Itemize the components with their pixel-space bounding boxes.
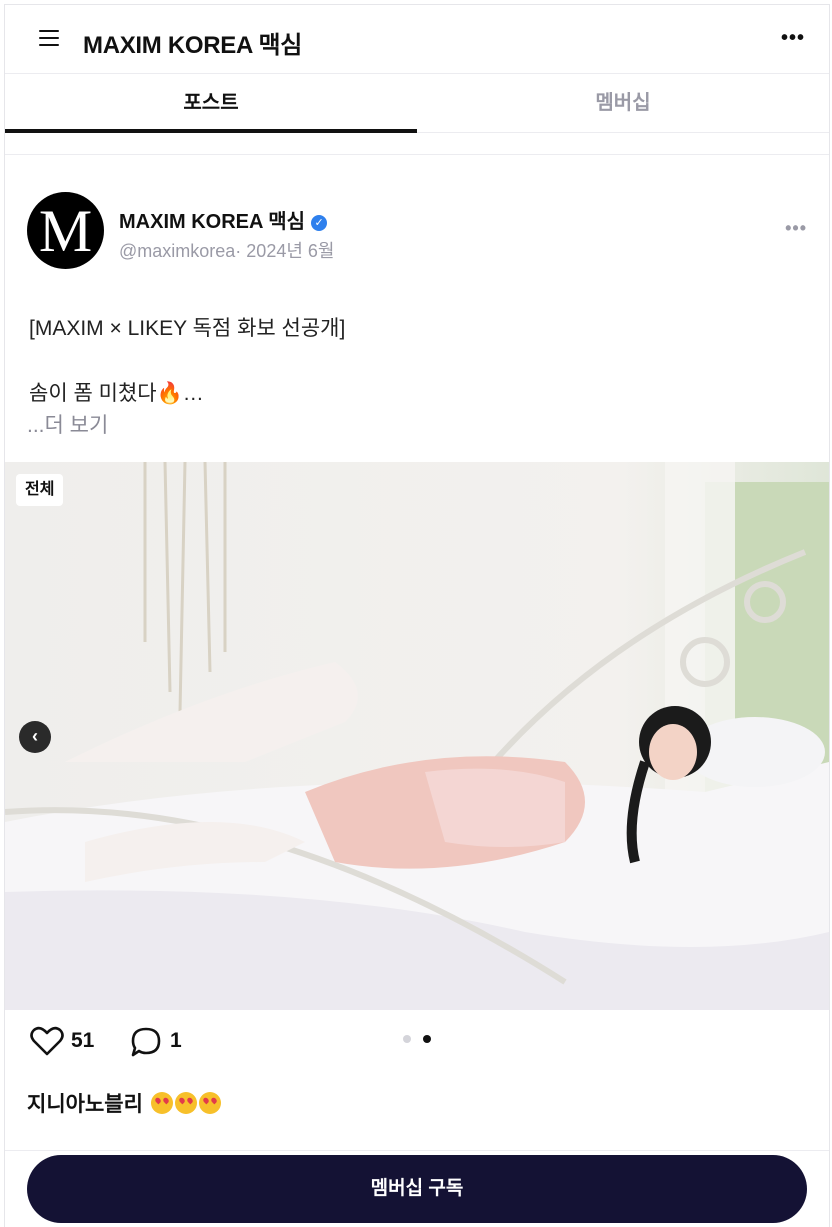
caption-text: 지니아노블리 xyxy=(27,1093,143,1116)
heart-icon xyxy=(30,1026,64,1056)
carousel-dot-active[interactable] xyxy=(423,1035,431,1043)
post-author[interactable]: MAXIM KOREA 맥심 ✓ xyxy=(119,205,328,234)
carousel-dot[interactable] xyxy=(403,1035,411,1043)
post-options-icon[interactable]: ••• xyxy=(785,218,807,239)
heart-eyes-emoji-icon xyxy=(150,1092,173,1114)
comment-button[interactable] xyxy=(129,1025,163,1059)
divider xyxy=(5,154,829,155)
comment-count: 1 xyxy=(170,1029,182,1052)
tab-membership[interactable]: 멤버십 xyxy=(417,74,829,132)
heart-eyes-emoji-icon xyxy=(198,1092,221,1114)
avatar[interactable]: M xyxy=(27,192,104,269)
divider xyxy=(5,1150,829,1151)
heart-eyes-emoji-icon xyxy=(174,1092,197,1114)
hamburger-menu-icon[interactable] xyxy=(35,27,63,49)
image-badge: 전체 xyxy=(16,474,64,506)
verified-check-icon: ✓ xyxy=(311,215,328,231)
comment-icon xyxy=(131,1027,161,1057)
see-more-link[interactable]: ...더 보기 xyxy=(27,409,108,439)
post-author-name: MAXIM KOREA 맥심 xyxy=(119,211,306,233)
post-text-line1: [MAXIM × LIKEY 독점 화보 선공개] xyxy=(29,317,346,340)
post-text-line2: 솜이 폼 미쳤다🔥… xyxy=(29,382,204,405)
post-image[interactable]: 전체 ‹ xyxy=(5,462,829,1010)
tab-posts[interactable]: 포스트 xyxy=(5,74,417,133)
photo-illustration xyxy=(5,462,829,1010)
tab-bar: 포스트 멤버십 xyxy=(5,74,829,133)
chevron-left-icon[interactable]: ‹ xyxy=(19,721,51,753)
post-caption: 지니아노블리 xyxy=(27,1088,221,1118)
subscribe-membership-button[interactable]: 멤버십 구독 xyxy=(27,1155,807,1223)
post-meta: @maximkorea· 2024년 6월 xyxy=(119,241,335,261)
like-count: 51 xyxy=(71,1029,95,1052)
post-date: 2024년 6월 xyxy=(246,241,335,261)
post-handle[interactable]: @maximkorea xyxy=(119,241,235,261)
page-title: MAXIM KOREA 맥심 xyxy=(83,32,303,59)
top-header: MAXIM KOREA 맥심 ••• xyxy=(5,5,829,74)
like-button[interactable] xyxy=(29,1023,109,1059)
app-frame: MAXIM KOREA 맥심 ••• 포스트 멤버십 M MAXIM KOREA… xyxy=(4,4,830,1227)
ellipsis-icon[interactable]: ••• xyxy=(779,28,807,49)
